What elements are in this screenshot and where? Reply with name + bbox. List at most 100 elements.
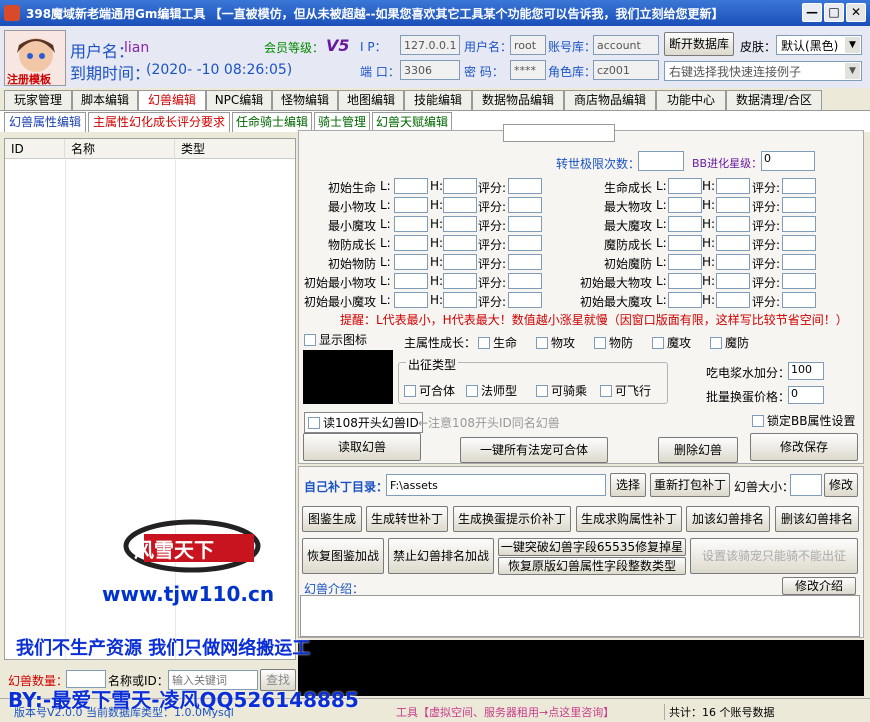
close-button[interactable]: ✕ [846, 3, 866, 22]
tab-item-data-edit[interactable]: 数据物品编辑 [472, 90, 564, 110]
skin-select[interactable]: 默认(黑色) ▼ [776, 35, 862, 55]
modify-intro-button[interactable]: 修改介绍 [782, 577, 856, 595]
ban-rank-button[interactable]: 禁止幻兽排名加战 [388, 538, 494, 574]
pet-size-modify-button[interactable]: 修改 [824, 473, 858, 497]
disconnect-db-button[interactable]: 断开数据库 [664, 32, 734, 56]
lock-bb-checkbox[interactable]: 锁定BB属性设置 [752, 412, 855, 429]
left-field-score-input[interactable] [508, 235, 542, 251]
tab-function-center[interactable]: 功能中心 [656, 90, 726, 110]
db-password-input[interactable] [510, 60, 546, 80]
right-field-score-input[interactable] [782, 254, 816, 270]
pet-intro-textarea[interactable] [300, 595, 860, 637]
tab-pet-edit[interactable]: 幻兽编辑 [138, 90, 206, 112]
gen-buy-attr-patch-button[interactable]: 生成求购属性补丁 [576, 506, 682, 532]
db-user-input[interactable] [510, 35, 546, 55]
attr-patk-checkbox[interactable]: 物攻 [536, 334, 575, 351]
right-field-score-input[interactable] [782, 216, 816, 232]
minimize-button[interactable]: — [802, 3, 822, 22]
subtab-pet-attributes[interactable]: 幻兽属性编辑 [4, 112, 86, 132]
tab-player-management[interactable]: 玩家管理 [4, 90, 72, 110]
left-field-max-input[interactable] [443, 292, 477, 308]
patch-dir-input[interactable] [386, 474, 606, 496]
col-type[interactable]: 类型 [175, 139, 295, 159]
attr-hp-checkbox[interactable]: 生命 [478, 334, 517, 351]
read108-checkbox[interactable]: 读108开头幻兽ID [304, 412, 423, 433]
gen-egg-price-patch-button[interactable]: 生成换蛋提示价补丁 [453, 506, 571, 532]
ip-input[interactable] [400, 35, 460, 55]
right-field-max-input[interactable] [716, 292, 750, 308]
role-db-input[interactable] [593, 60, 659, 80]
right-field-min-input[interactable] [668, 273, 702, 289]
account-db-input[interactable] [593, 35, 659, 55]
left-field-score-input[interactable] [508, 178, 542, 194]
left-field-min-input[interactable] [394, 178, 428, 194]
tab-monster-edit[interactable]: 怪物编辑 [272, 90, 338, 110]
exp-merge-checkbox[interactable]: 可合体 [404, 382, 455, 399]
right-field-score-input[interactable] [782, 292, 816, 308]
restore-gallery-button[interactable]: 恢复图鉴加战 [302, 538, 384, 574]
exp-ride-checkbox[interactable]: 可骑乘 [536, 382, 587, 399]
read-pet-button[interactable]: 读取幻兽 [303, 433, 421, 461]
tab-data-cleanup[interactable]: 数据清理/合区 [726, 90, 822, 110]
rebirth-input[interactable] [638, 151, 684, 171]
right-field-max-input[interactable] [716, 273, 750, 289]
tab-script-edit[interactable]: 脚本编辑 [72, 90, 138, 110]
eat-score-input[interactable]: 100 [788, 362, 824, 380]
left-field-max-input[interactable] [443, 178, 477, 194]
right-field-min-input[interactable] [668, 292, 702, 308]
gen-rebirth-patch-button[interactable]: 生成转世补丁 [366, 506, 448, 532]
ride-only-button[interactable]: 设置该骑宠只能骑不能出征 [690, 538, 858, 574]
left-field-max-input[interactable] [443, 254, 477, 270]
choose-dir-button[interactable]: 选择 [610, 473, 646, 497]
right-field-max-input[interactable] [716, 235, 750, 251]
pet-size-input[interactable] [790, 474, 822, 496]
maximize-button[interactable]: □ [824, 3, 844, 22]
quick-connect-select[interactable]: 右键选择我快速连接例子 ▼ [664, 61, 862, 81]
show-icon-checkbox[interactable]: 显示图标 [304, 331, 367, 348]
left-field-score-input[interactable] [508, 216, 542, 232]
tab-map-edit[interactable]: 地图编辑 [338, 90, 404, 110]
gen-gallery-button[interactable]: 图鉴生成 [302, 506, 362, 532]
subtab-pet-talent[interactable]: 幻兽天赋编辑 [372, 112, 452, 132]
left-field-min-input[interactable] [394, 292, 428, 308]
left-field-max-input[interactable] [443, 235, 477, 251]
right-field-min-input[interactable] [668, 178, 702, 194]
merge-all-button[interactable]: 一键所有法宠可合体 [460, 437, 608, 463]
batch-price-input[interactable]: 0 [788, 386, 824, 404]
right-field-score-input[interactable] [782, 235, 816, 251]
exp-mage-checkbox[interactable]: 法师型 [466, 382, 517, 399]
col-name[interactable]: 名称 [65, 139, 175, 159]
right-field-score-input[interactable] [782, 178, 816, 194]
left-field-score-input[interactable] [508, 292, 542, 308]
left-field-score-input[interactable] [508, 273, 542, 289]
col-id[interactable]: ID [5, 139, 65, 159]
right-field-min-input[interactable] [668, 254, 702, 270]
right-field-min-input[interactable] [668, 235, 702, 251]
exp-fly-checkbox[interactable]: 可飞行 [600, 382, 651, 399]
subtab-main-attr-growth[interactable]: 主属性幻化成长评分要求 [88, 112, 230, 132]
repack-button[interactable]: 重新打包补丁 [650, 473, 730, 497]
add-pet-rank-button[interactable]: 加该幻兽排名 [686, 506, 770, 532]
right-field-max-input[interactable] [716, 216, 750, 232]
tab-npc-edit[interactable]: NPC编辑 [206, 90, 272, 110]
subtab-knight-manage[interactable]: 骑士管理 [314, 112, 370, 132]
left-field-score-input[interactable] [508, 197, 542, 213]
left-field-min-input[interactable] [394, 235, 428, 251]
subtab-knight-appoint[interactable]: 任命骑士编辑 [232, 112, 312, 132]
right-field-min-input[interactable] [668, 197, 702, 213]
break-field-button[interactable]: 一键突破幻兽字段65535修复掉星 [498, 538, 686, 556]
left-field-min-input[interactable] [394, 197, 428, 213]
right-field-max-input[interactable] [716, 178, 750, 194]
attr-pdef-checkbox[interactable]: 物防 [594, 334, 633, 351]
right-field-max-input[interactable] [716, 197, 750, 213]
tab-shop-item-edit[interactable]: 商店物品编辑 [564, 90, 656, 110]
restore-field-button[interactable]: 恢复原版幻兽属性字段整数类型 [498, 557, 686, 575]
right-field-max-input[interactable] [716, 254, 750, 270]
left-field-max-input[interactable] [443, 216, 477, 232]
left-field-min-input[interactable] [394, 273, 428, 289]
del-pet-rank-button[interactable]: 删该幻兽排名 [775, 506, 859, 532]
bb-star-input[interactable]: 0 [761, 151, 815, 171]
left-field-min-input[interactable] [394, 254, 428, 270]
status-ad-link[interactable]: 工具【虚拟空间、服务器租用→点这里咨询】 [396, 704, 614, 720]
attr-mdef-checkbox[interactable]: 魔防 [710, 334, 749, 351]
